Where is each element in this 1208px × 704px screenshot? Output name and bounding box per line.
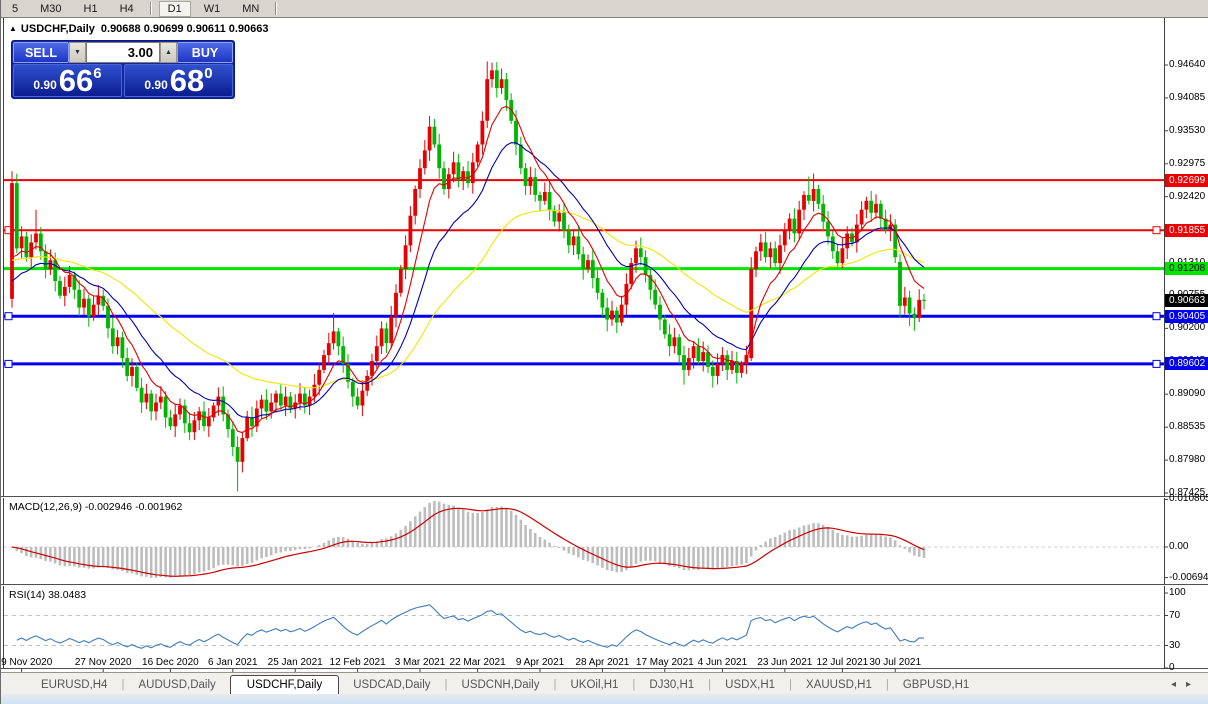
buy-price-big-digits: 68 [170,66,204,95]
price-axis-label: 0.93530 [1169,125,1205,136]
tab-scroll-right-icon[interactable]: ▸ [1186,679,1201,690]
ma-slow-line [12,210,924,388]
sell-price-big-digits: 66 [59,66,93,95]
tab-usdx-h1[interactable]: USDX,H1 [711,676,789,694]
symbol-name: USDCHF,Daily [21,23,95,35]
tab-scroll-left-icon[interactable]: ◂ [1171,679,1186,690]
time-axis-label: 17 May 2021 [636,657,694,668]
price-line-badge-0.91208: 0.91208 [1165,262,1208,275]
price-line-badge-0.89602: 0.89602 [1165,357,1208,370]
time-axis-label: 12 Feb 2021 [330,657,386,668]
time-axis-label: 4 Jun 2021 [698,657,748,668]
collapse-triangle-icon[interactable]: ▲ [9,24,17,33]
tab-eurusd-h4[interactable]: EURUSD,H4 [27,676,121,694]
toolbar-separator [150,2,152,15]
time-axis-label: 25 Jan 2021 [268,657,323,668]
time-axis-label: 9 Apr 2021 [516,657,564,668]
time-axis-label: 16 Dec 2020 [142,657,199,668]
price-axis-label: 0.92975 [1169,158,1205,169]
timeframe-button-w1[interactable]: W1 [195,1,230,17]
price-axis-label: 0.88535 [1169,421,1205,432]
timeframe-button-h4[interactable]: H4 [111,1,143,17]
time-axis-label: 27 Nov 2020 [75,657,132,668]
macd-axis-label: 0.00 [1169,541,1188,552]
tab-usdcnh-daily[interactable]: USDCNH,Daily [448,676,554,694]
lot-increase-button[interactable]: ▲ [160,42,177,63]
time-axis-label: 6 Jan 2021 [208,657,258,668]
rsi-axis-label: 70 [1169,610,1180,621]
lot-size-input[interactable] [86,42,160,63]
price-line-badge-0.91855: 0.91855 [1165,224,1208,237]
one-click-trading-panel: SELL ▼ ▲ BUY 0.90 66 6 0.90 68 0 [11,40,235,99]
hline-handle-right[interactable] [1153,227,1160,234]
time-axis-label: 22 Mar 2021 [450,657,506,668]
sell-price-pip-digit: 6 [93,65,101,82]
sell-price-display[interactable]: 0.90 66 6 [13,64,122,97]
timeframe-button-h1[interactable]: H1 [75,1,107,17]
bottom-strip [1,694,1208,704]
chart-plot [1,17,1208,672]
macd-axis-label: 0.010805 [1169,493,1208,504]
sell-price-base: 0.90 [33,78,56,92]
hline-handle-right[interactable] [1153,360,1160,367]
chart-symbol-title: ▲ USDCHF,Daily 0.90688 0.90699 0.90611 0.9… [9,23,269,35]
time-axis-label: 3 Mar 2021 [395,657,446,668]
buy-price-base: 0.90 [144,78,167,92]
price-axis-label: 0.92420 [1169,191,1205,202]
timeframe-button-d1[interactable]: D1 [159,1,191,17]
buy-price-display[interactable]: 0.90 68 0 [124,64,233,97]
price-axis-label: 0.94640 [1169,59,1205,70]
price-axis-label: 0.87980 [1169,454,1205,465]
toolbar-separator [275,2,277,15]
timeframe-button-mn[interactable]: MN [233,1,268,17]
trading-platform-window: 5M30 H1H4 D1W1MN 0.94640 0.94085 0.93530 0.92… [0,0,1208,704]
hline-handle-left[interactable] [5,313,12,320]
tab-audusd-daily[interactable]: AUDUSD,Daily [124,676,229,694]
chart-tab-bar: EURUSD,H4|AUDUSD,DailyUSDCHF,DailyUSDCAD… [1,672,1208,694]
timeframe-toolbar: 5M30 H1H4 D1W1MN [1,0,1208,18]
rsi-indicator-label: RSI(14) 38.0483 [9,589,86,601]
tab-xauusd-h1[interactable]: XAUUSD,H1 [792,676,886,694]
tab-ukoil-h1[interactable]: UKOil,H1 [556,676,632,694]
price-axis-label: 0.89090 [1169,388,1205,399]
timeframe-button-m30[interactable]: M30 [31,1,70,17]
macd-axis-label: -0.006948 [1169,572,1208,583]
time-axis-label: 9 Nov 2020 [1,657,52,668]
time-axis-label: 28 Apr 2021 [575,657,629,668]
price-axis-label: 0.94085 [1169,92,1205,103]
tab-usdchf-daily[interactable]: USDCHF,Daily [230,675,339,694]
buy-price-pip-digit: 0 [204,65,212,82]
price-axis-label: 0.90200 [1169,322,1205,333]
time-axis-label: 23 Jun 2021 [757,657,812,668]
rsi-axis-label: 30 [1169,640,1180,651]
lot-decrease-button[interactable]: ▼ [69,42,86,63]
sell-button[interactable]: SELL [13,42,69,63]
symbol-quotes: 0.90688 0.90699 0.90611 0.90663 [101,23,269,35]
hline-handle-right[interactable] [1153,313,1160,320]
chart-area: 0.94640 0.94085 0.93530 0.92975 0.92420 0.918… [1,17,1208,672]
price-line-badge-0.90405: 0.90405 [1165,310,1208,323]
price-line-badge-0.92699: 0.92699 [1165,174,1208,187]
tab-usdcad-daily[interactable]: USDCAD,Daily [339,676,444,694]
timeframe-button-5[interactable]: 5 [3,1,27,17]
current-price-badge: 0.90663 [1165,294,1208,307]
buy-button[interactable]: BUY [177,42,233,63]
tab-gbpusd-h1[interactable]: GBPUSD,H1 [889,676,983,694]
rsi-line [17,605,924,649]
rsi-axis-label: 100 [1169,587,1186,598]
time-axis-label: 30 Jul 2021 [869,657,921,668]
hline-handle-left[interactable] [5,360,12,367]
time-axis-label: 12 Jul 2021 [817,657,869,668]
tab-dj30-h1[interactable]: DJ30,H1 [635,676,708,694]
macd-indicator-label: MACD(12,26,9) -0.002946 -0.001962 [9,501,182,513]
